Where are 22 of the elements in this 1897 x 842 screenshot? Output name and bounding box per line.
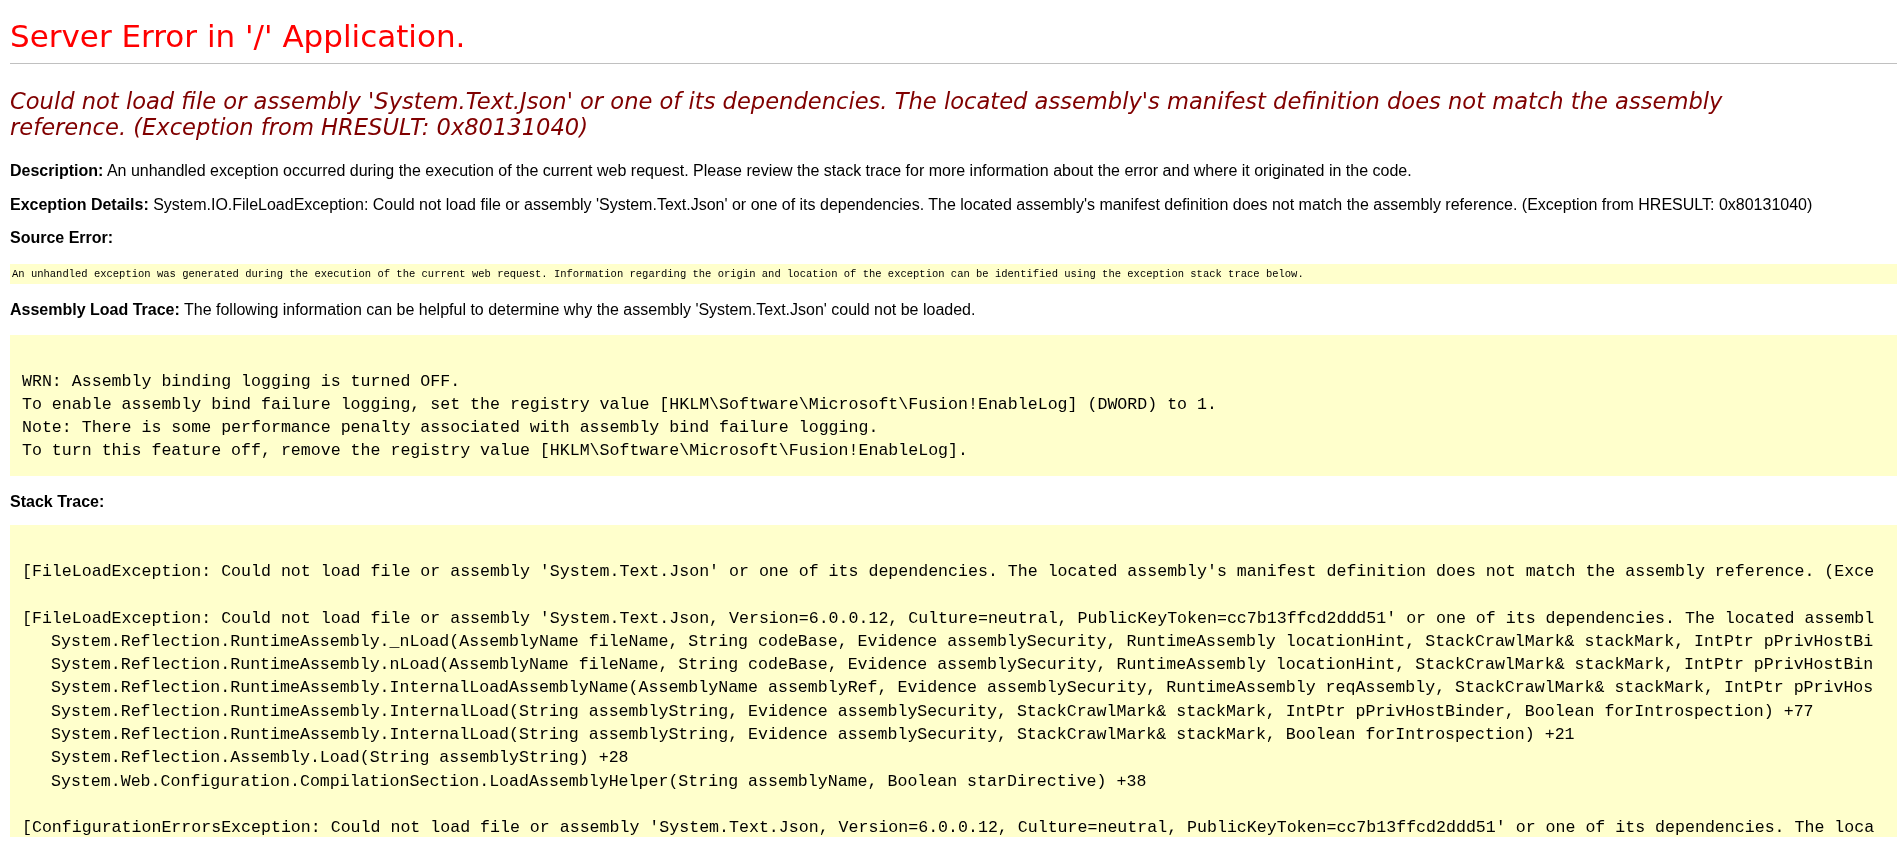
stack-frame: System.Reflection.Assembly.Load(String assemblyString) +28 (51, 746, 629, 770)
stack-trace-heading: Stack Trace: (10, 492, 105, 511)
code-line: To turn this feature off, remove the registry value [HKLM\Software\Microsoft\Fusion!EnableLog]. (22, 440, 968, 462)
page-title: Server Error in '/' Application. (10, 17, 466, 56)
source-error-text: An unhandled exception was generated during the execution of the current web request. Information regarding the origin and location of the exception can be identified using the exception stack trace below. (12, 267, 1304, 281)
exception-line: [ConfigurationErrorsException: Could not load file or assembly 'System.Text.Json, Version=6.0.0.12, Culture=neutral, PublicKeyToken=cc7b13ffcd2ddd51' or one of its dependencies. The loca (22, 817, 1875, 837)
stack-frame: System.Reflection.RuntimeAssembly.InternalLoad(String assemblyString, Evidence assemblySecurity, StackCrawlMark& stackMark, Boolean forIntrospection) +21 (51, 723, 1575, 747)
stack-frame: System.Reflection.RuntimeAssembly.InternalLoadAssemblyName(AssemblyName assemblyRef, Evidence assemblySecurity, RuntimeAssembly reqAssembly, StackCrawlMark& stackMark, IntPtr pPrivHos (51, 676, 1874, 700)
error-message: Could not load file or assembly 'System.Text.Json' or one of its dependencies. The located assembly's manifest definition does not match the assembly reference. (Exception from HRESULT: 0x80131040) (10, 88, 1724, 140)
code-line: WRN: Assembly binding logging is turned OFF. (22, 371, 461, 393)
exception-line: [FileLoadException: Could not load file or assembly 'System.Text.Json, Version=6.0.0.12, Culture=neutral, PublicKeyToken=cc7b13ffcd2ddd51' or one of its dependencies. The located assembl (22, 607, 1875, 630)
stack-frame: System.Web.Configuration.CompilationSection.LoadAssemblyHelper(String assemblyName, Boolean starDirective) +38 (51, 769, 1147, 793)
exception-details-text: Exception Details: System.IO.FileLoadException: Could not load file or assembly 'System.Text.Json' or one of its dependencies. The located assembly's manifest definition does not match the assembly reference. (Exception from HRESULT: 0x80131040) (10, 195, 1813, 214)
code-line: Note: There is some performance penalty associated with assembly bind failure logging. (22, 417, 879, 439)
stack-frame: System.Reflection.RuntimeAssembly.InternalLoad(String assemblyString, Evidence assemblySecurity, StackCrawlMark& stackMark, IntPtr pPrivHostBinder, Boolean forIntrospection) +77 (51, 699, 1814, 724)
stack-frame: System.Reflection.RuntimeAssembly.nLoad(AssemblyName fileName, String codeBase, Evidence assemblySecurity, RuntimeAssembly locationHint, StackCrawlMark& stackMark, IntPtr pPrivHostBin (51, 653, 1874, 677)
stack-frame: System.Reflection.RuntimeAssembly._nLoad(AssemblyName fileName, String codeBase, Evidence assemblySecurity, RuntimeAssembly locationHint, StackCrawlMark& stackMark, IntPtr pPrivHostBi (51, 629, 1874, 654)
exception-line: [FileLoadException: Could not load file or assembly 'System.Text.Json' or one of its dependencies. The located assembly's manifest definition does not match the assembly reference. (Exce (22, 561, 1875, 583)
source-error-heading: Source Error: (10, 228, 114, 247)
code-line: To enable assembly bind failure logging, set the registry value [HKLM\Software\Microsoft\Fusion!EnableLog] (DWORD) to 1. (22, 394, 1217, 416)
assembly-load-trace-text: Assembly Load Trace: The following information can be helpful to determine why the assembly 'System.Text.Json' could not be loaded. (10, 300, 976, 319)
description-text: Description: An unhandled exception occurred during the execution of the current web request. Please review the stack trace for more information about the error and where it originated in the code. (10, 161, 1412, 180)
